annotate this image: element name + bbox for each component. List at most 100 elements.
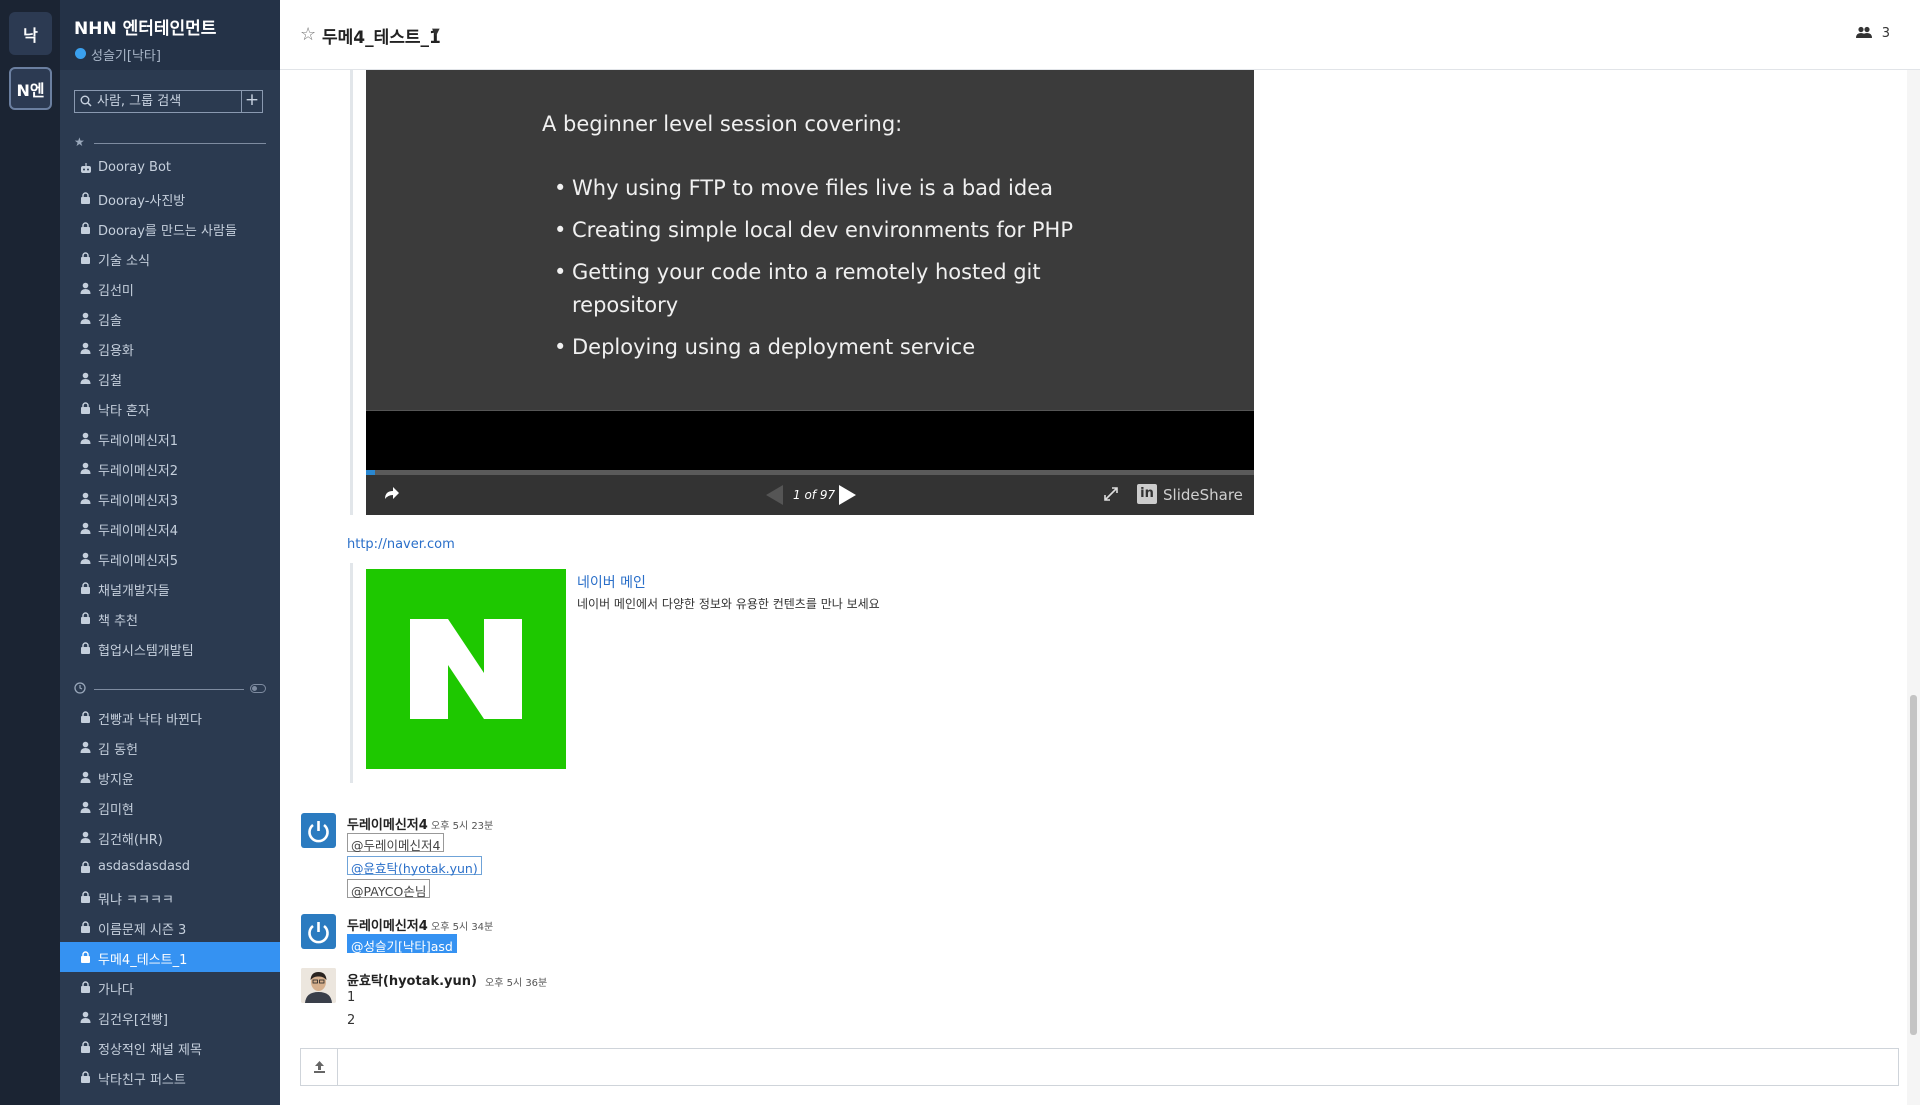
next-slide-icon[interactable] xyxy=(839,485,856,505)
favorites-section-header: ★ xyxy=(74,136,266,150)
link-url[interactable]: http://naver.com xyxy=(347,537,455,552)
user-icon xyxy=(80,312,91,324)
message-sender[interactable]: 윤효탁(hyotak.yun) xyxy=(347,970,477,989)
user-icon xyxy=(80,741,91,753)
sidebar-channel-item[interactable]: 건빵과 낙타 바뀐다 xyxy=(60,702,280,732)
sidebar-channel-item[interactable]: 김 동헌 xyxy=(60,732,280,762)
mention-tag-self[interactable]: @성슬기[낙타]asd xyxy=(347,934,457,954)
sidebar-channel-item[interactable]: 김용화 xyxy=(60,333,280,363)
message-sender[interactable]: 두레이메신저4 xyxy=(347,814,428,833)
mention-tag[interactable]: @PAYCO손님 xyxy=(347,879,431,899)
sidebar-channel-label: 두레이메신저3 xyxy=(98,494,179,509)
sidebar-channel-label: 두레이메신저5 xyxy=(98,554,179,569)
sidebar-channel-item[interactable]: 정상적인 채널 제목 xyxy=(60,1032,280,1062)
avatar[interactable] xyxy=(301,968,336,1003)
user-icon xyxy=(80,492,91,504)
sidebar-channel-item[interactable]: Dooray Bot xyxy=(60,153,280,183)
lock-icon xyxy=(80,252,91,264)
sidebar-channel-item[interactable]: 김선미 xyxy=(60,273,280,303)
message-text: 1 xyxy=(347,990,356,1005)
sidebar-channel-item[interactable]: 두레이메신저3 xyxy=(60,483,280,513)
sidebar-channel-item[interactable]: 낙타친구 퍼스트 xyxy=(60,1062,280,1092)
sidebar-channel-label: Dooray-사진방 xyxy=(98,194,186,209)
sidebar-channel-item[interactable]: 방지윤 xyxy=(60,762,280,792)
message-area: A beginner level session covering: Why u… xyxy=(280,70,1907,1105)
scrollbar-thumb[interactable] xyxy=(1910,695,1917,1035)
sidebar-channel-item[interactable]: Dooray를 만드는 사람들 xyxy=(60,213,280,243)
members-icon[interactable] xyxy=(1856,26,1872,43)
sidebar-channel-item[interactable]: 기술 소식 xyxy=(60,243,280,273)
sidebar-channel-label: 두레이메신저4 xyxy=(98,524,179,539)
sidebar-channel-item[interactable]: 두레이메신저2 xyxy=(60,453,280,483)
sidebar-channel-label: 기술 소식 xyxy=(98,254,150,269)
org-header[interactable]: NHN 엔터테인먼트 성슬기[낙타] xyxy=(60,0,280,70)
link-preview-image[interactable] xyxy=(366,569,566,769)
lock-icon xyxy=(80,921,91,933)
user-icon xyxy=(80,342,91,354)
slide-page-indicator: 1 of 97 xyxy=(793,488,836,502)
sidebar-channel-item[interactable]: 두레이메신저5 xyxy=(60,543,280,573)
favorite-star-icon[interactable]: ☆ xyxy=(300,24,316,45)
sidebar-channel-item[interactable]: Dooray-사진방 xyxy=(60,183,280,213)
previous-slide-icon[interactable] xyxy=(766,485,783,505)
user-icon xyxy=(80,831,91,843)
sidebar-channel-item[interactable]: 협업시스템개발팀 xyxy=(60,633,280,663)
channel-header: ☆ 두메4_테스트_1 ▼ 3 xyxy=(280,0,1920,70)
sidebar-channel-label: 두레이메신저1 xyxy=(98,434,179,449)
channel-title[interactable]: 두메4_테스트_1 xyxy=(322,23,441,48)
toggle-icon[interactable] xyxy=(250,684,266,693)
upload-button[interactable] xyxy=(301,1049,338,1085)
bot-icon xyxy=(80,162,91,174)
link-preview-title[interactable]: 네이버 메인 xyxy=(577,572,646,592)
message-sender[interactable]: 두레이메신저4 xyxy=(347,915,428,934)
message-time: 오후 5시 23분 xyxy=(431,821,494,832)
tenant-button-nak[interactable]: 낙 xyxy=(9,12,52,55)
lock-icon xyxy=(80,1071,91,1083)
sidebar-channel-label: 채널개발자들 xyxy=(98,584,170,599)
add-conversation-button[interactable]: + xyxy=(241,91,262,112)
sidebar-channel-item[interactable]: 김솔 xyxy=(60,303,280,333)
sidebar-channel-item[interactable]: 두메4_테스트_1 xyxy=(60,942,280,972)
member-count[interactable]: 3 xyxy=(1882,26,1890,41)
lock-icon xyxy=(80,192,91,204)
embed-quote-bar xyxy=(350,70,353,515)
mention-tag[interactable]: @윤효탁(hyotak.yun) xyxy=(347,856,482,876)
avatar[interactable] xyxy=(301,914,336,949)
sidebar-channel-item[interactable]: 김미현 xyxy=(60,792,280,822)
slideshare-embed[interactable]: A beginner level session covering: Why u… xyxy=(366,70,1254,515)
lock-icon xyxy=(80,891,91,903)
lock-icon xyxy=(80,402,91,414)
message-composer xyxy=(300,1048,1899,1086)
message-input[interactable] xyxy=(339,1049,1898,1085)
sidebar-channel-label: 김미현 xyxy=(98,803,134,818)
chevron-down-icon[interactable]: ▼ xyxy=(432,27,440,38)
org-name: NHN 엔터테인먼트 xyxy=(74,19,217,39)
sidebar-channel-item[interactable]: 두레이메신저4 xyxy=(60,513,280,543)
sidebar-channel-item[interactable]: 책 추천 xyxy=(60,603,280,633)
sidebar-channel-item[interactable]: 김건해(HR) xyxy=(60,822,280,852)
message-scrollbar[interactable] xyxy=(1907,70,1920,1105)
tenant-button-nhn[interactable]: N엔 xyxy=(9,67,52,110)
sidebar-channel-item[interactable]: asdasdasdasd xyxy=(60,852,280,882)
share-icon[interactable] xyxy=(382,484,400,502)
sidebar-channel-item[interactable]: 뭐냐 ㅋㅋㅋㅋ xyxy=(60,882,280,912)
sidebar-channel-item[interactable]: 두레이메신저1 xyxy=(60,423,280,453)
sidebar-channel-label: 방지윤 xyxy=(98,773,134,788)
sidebar-channel-label: 협업시스템개발팀 xyxy=(98,644,194,659)
lock-icon xyxy=(80,981,91,993)
fullscreen-icon[interactable] xyxy=(1104,487,1118,501)
sidebar-channel-item[interactable]: 김철 xyxy=(60,363,280,393)
presence-indicator xyxy=(75,48,86,59)
linkedin-icon[interactable]: in xyxy=(1137,484,1157,504)
mention-tag[interactable]: @두레이메신저4 xyxy=(347,833,445,853)
sidebar-channel-item[interactable]: 채널개발자들 xyxy=(60,573,280,603)
search-input[interactable] xyxy=(97,92,237,111)
lock-icon xyxy=(80,951,91,963)
sidebar-channel-item[interactable]: 이름문제 시즌 3 xyxy=(60,912,280,942)
avatar[interactable] xyxy=(301,813,336,848)
slideshare-brand[interactable]: SlideShare xyxy=(1163,486,1243,504)
sidebar-channel-item[interactable]: 가나다 xyxy=(60,972,280,1002)
sidebar-channel-item[interactable]: 낙타 혼자 xyxy=(60,393,280,423)
tenant-rail: 낙 N엔 xyxy=(0,0,60,1105)
sidebar-channel-item[interactable]: 김건우[건빵] xyxy=(60,1002,280,1032)
